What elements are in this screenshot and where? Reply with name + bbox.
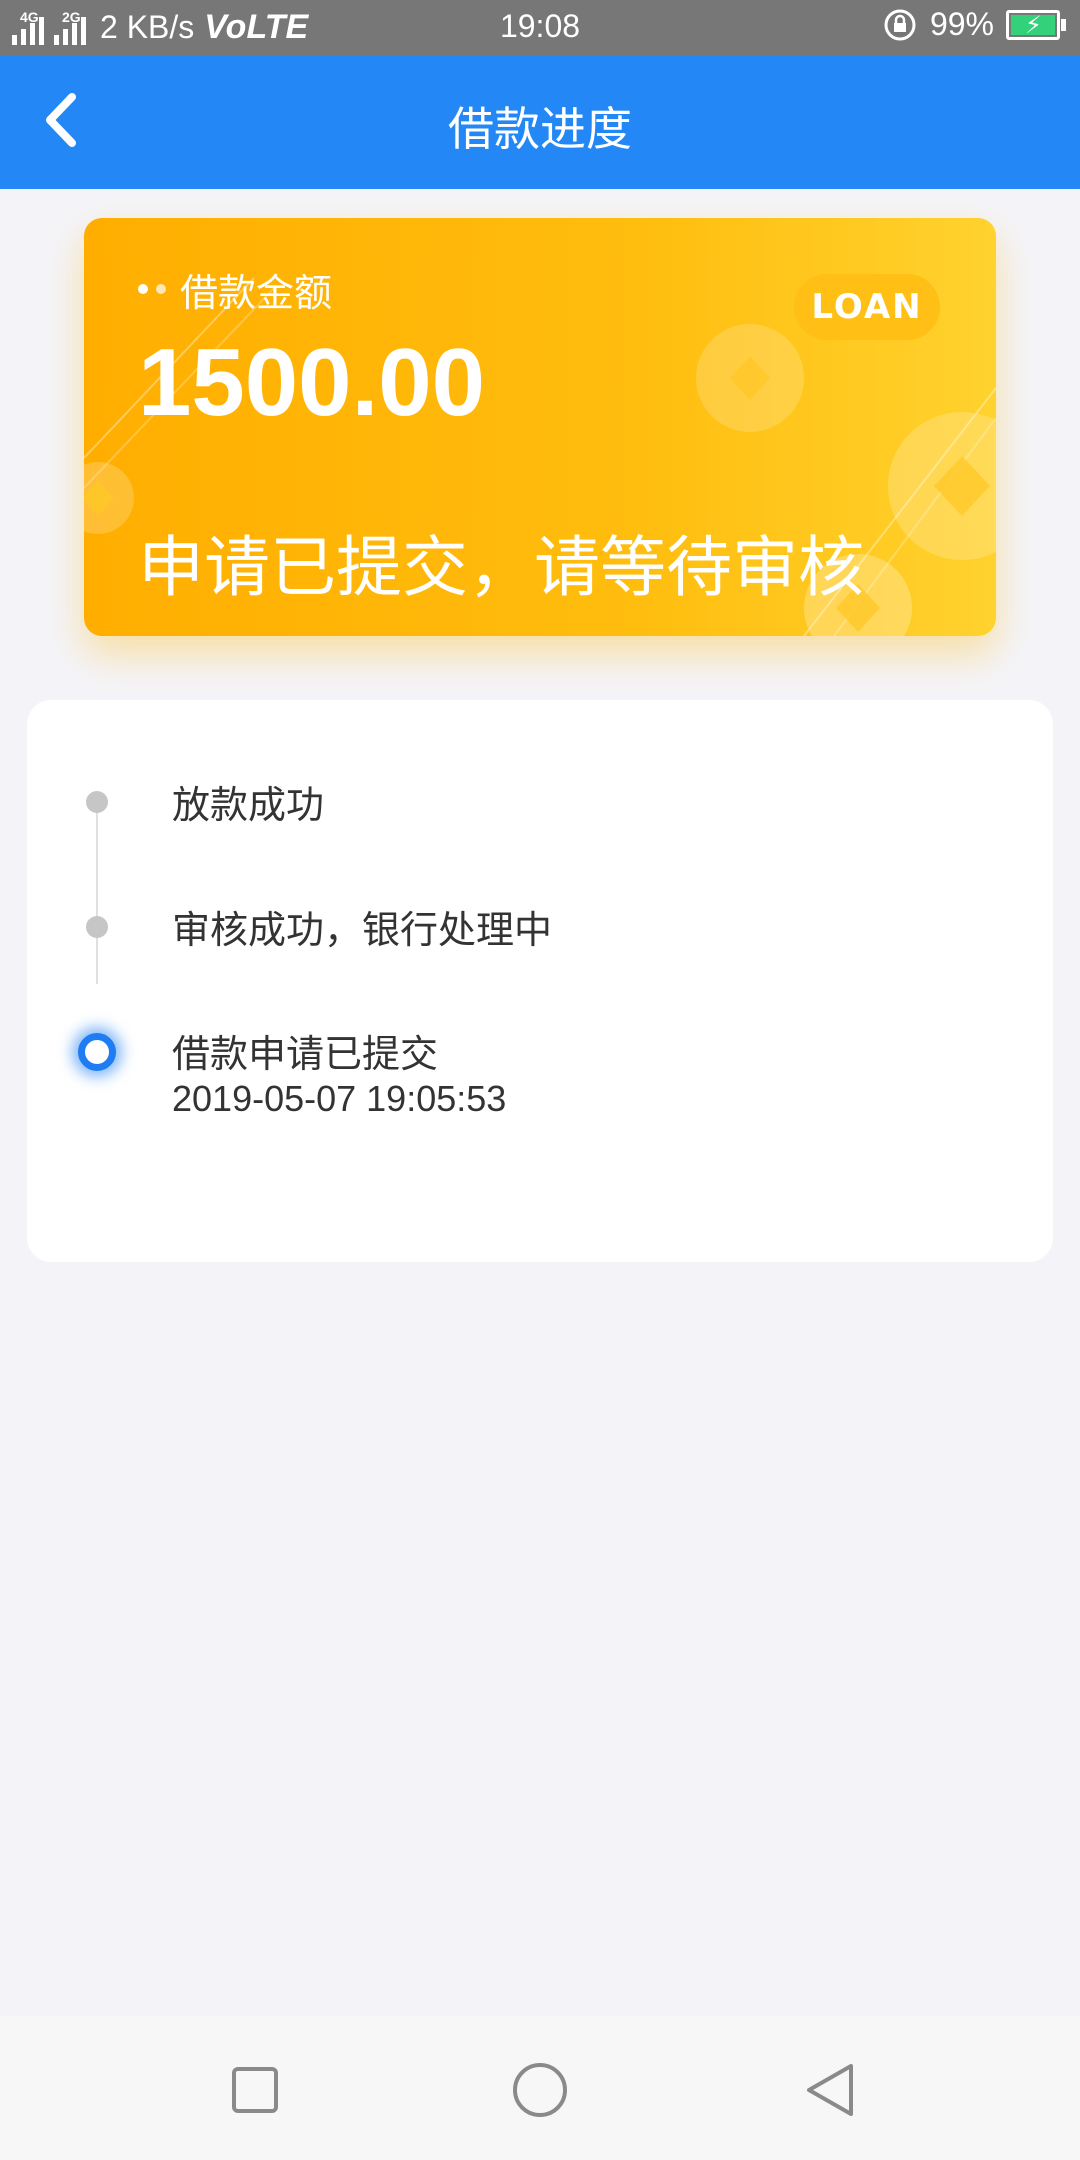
timeline-step-label: 放款成功 [172,783,325,827]
page-title: 借款进度 [448,102,632,156]
application-status: 申请已提交，请等待审核 [138,529,864,606]
progress-timeline: 放款成功 审核成功，银行处理中 借款申请已提交 2019-05-07 19:05… [27,700,1053,1262]
amount-label: 借款金额 [180,271,333,315]
status-bar: 4G 2G 2 KB/s VoLTE 19:08 99% ⚡ [0,0,1080,55]
timeline-step-label: 借款申请已提交 [172,1032,439,1076]
timeline-dot-active [78,1033,116,1071]
timeline-step-time: 2019-05-07 19:05:53 [172,1078,507,1119]
dots-icon [138,284,166,294]
timeline-connector [96,804,98,984]
system-nav-bar [0,2016,1080,2160]
home-icon[interactable] [502,2052,578,2128]
loan-amount: 1500.00 [138,329,486,436]
battery-percent: 99% [929,6,994,42]
loan-amount-card: 借款金额 1500.00 LOAN 申请已提交，请等待审核 [84,218,996,636]
timeline-dot-pending [86,916,108,938]
app-bar: 借款进度 [0,55,1080,189]
back-icon[interactable] [791,2052,867,2128]
loan-badge: LOAN [794,274,940,340]
rotation-lock-icon [884,9,916,40]
timeline-step-label: 审核成功，银行处理中 [172,908,553,952]
timeline-dot-pending [86,791,108,813]
battery-charging-icon: ⚡ [1006,9,1066,40]
recent-apps-icon[interactable] [217,2052,293,2128]
